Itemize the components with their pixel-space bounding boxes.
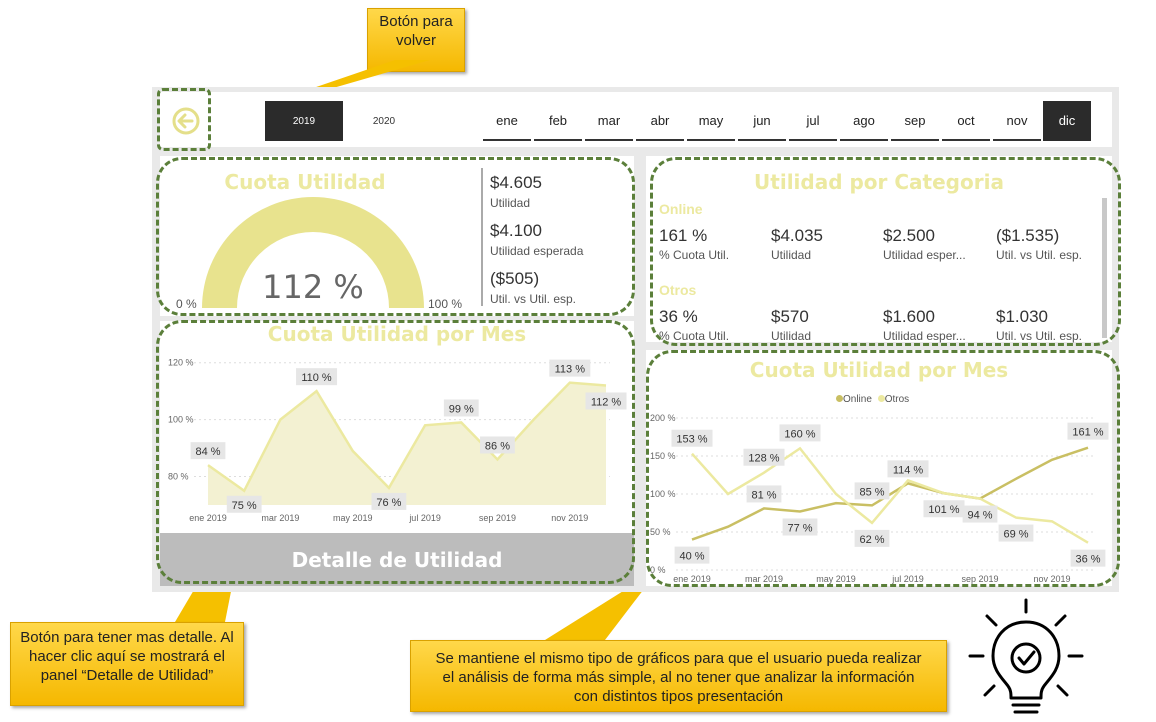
month-mar-button[interactable]: mar	[585, 101, 633, 141]
callout-detail: Botón para tener mas detalle. Al hacer c…	[10, 622, 244, 706]
month-ene-button[interactable]: ene	[483, 101, 531, 141]
month-may-button[interactable]: may	[687, 101, 735, 141]
month-jul-button[interactable]: jul	[789, 101, 837, 141]
highlight-cuota-mes-area	[156, 320, 635, 584]
month-sep-button[interactable]: sep	[891, 101, 939, 141]
callout-charts: Se mantiene el mismo tipo de gráficos pa…	[410, 640, 947, 712]
highlight-cuota-utilidad	[156, 157, 635, 316]
month-nov-button[interactable]: nov	[993, 101, 1041, 141]
month-ago-button[interactable]: ago	[840, 101, 888, 141]
year-2020-button[interactable]: 2020	[345, 101, 423, 141]
month-abr-button[interactable]: abr	[636, 101, 684, 141]
highlight-cuota-mes-line	[646, 350, 1120, 587]
month-feb-button[interactable]: feb	[534, 101, 582, 141]
month-dic-button[interactable]: dic	[1043, 101, 1091, 141]
month-oct-button[interactable]: oct	[942, 101, 990, 141]
year-2019-button[interactable]: 2019	[265, 101, 343, 141]
back-button-highlight	[157, 88, 211, 151]
highlight-utilidad-categoria	[650, 157, 1121, 346]
lightbulb-check-icon	[968, 598, 1084, 714]
month-jun-button[interactable]: jun	[738, 101, 786, 141]
